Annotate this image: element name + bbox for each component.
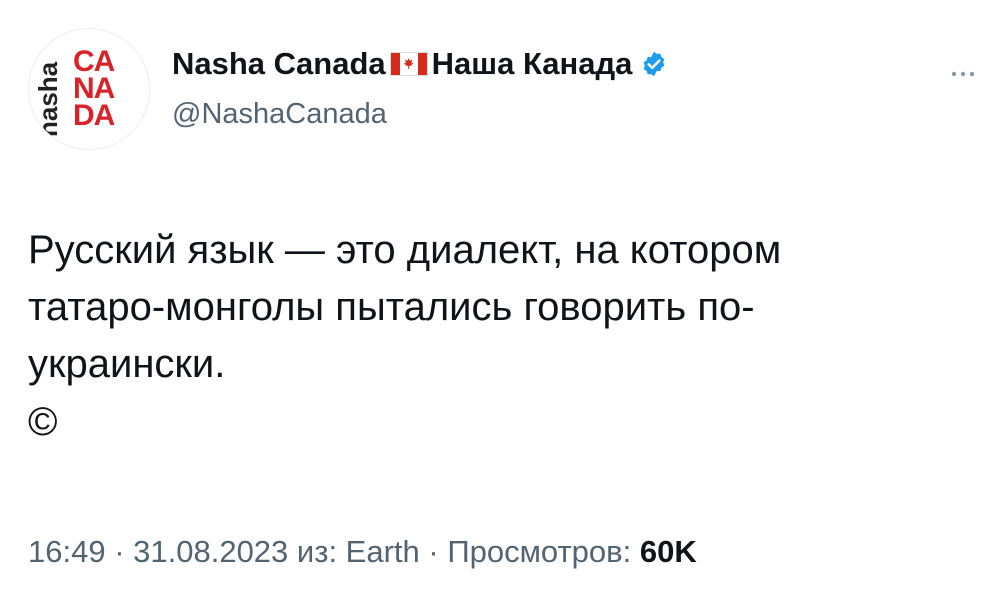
views-label: Просмотров: <box>447 534 640 569</box>
meta-separator: · <box>419 534 448 569</box>
avatar[interactable]: nasha CA NA DA <box>28 28 150 150</box>
tweet-text-line: Русский язык — это диалект, на котором <box>28 228 782 272</box>
tweet-date[interactable]: 31.08.2023 <box>133 534 288 569</box>
display-name[interactable]: Nasha Canada <box>172 46 386 82</box>
verified-badge-icon <box>640 50 668 78</box>
tweet-text: Русский язык — это диалект, на котором т… <box>28 222 928 393</box>
canada-flag-icon <box>389 52 428 76</box>
tweet-text-line: украински. <box>28 342 226 386</box>
tweet-source[interactable]: Earth <box>346 534 420 569</box>
avatar-logo-line: DA <box>73 99 115 132</box>
tweet-time[interactable]: 16:49 <box>28 534 106 569</box>
author-name-row: Nasha Canada Наша Канада <box>172 46 668 82</box>
more-icon[interactable] <box>950 58 976 84</box>
tweet-text-line: татаро-монголы пытались говорить по- <box>28 285 755 329</box>
display-name-russian[interactable]: Наша Канада <box>432 46 633 82</box>
author-handle[interactable]: @NashaCanada <box>172 98 387 131</box>
views-count[interactable]: 60K <box>640 534 697 569</box>
avatar-side-text: nasha <box>33 61 63 137</box>
avatar-logo-stack: CA NA DA <box>73 47 143 132</box>
copyright-symbol: © <box>28 400 58 444</box>
meta-separator: · <box>105 534 134 569</box>
tweet-card: nasha CA NA DA Nasha Canada Наша Канада … <box>0 0 1000 599</box>
source-prefix: из: <box>288 534 346 569</box>
tweet-meta: 16:49 · 31.08.2023 из: Earth · Просмотро… <box>28 534 697 570</box>
